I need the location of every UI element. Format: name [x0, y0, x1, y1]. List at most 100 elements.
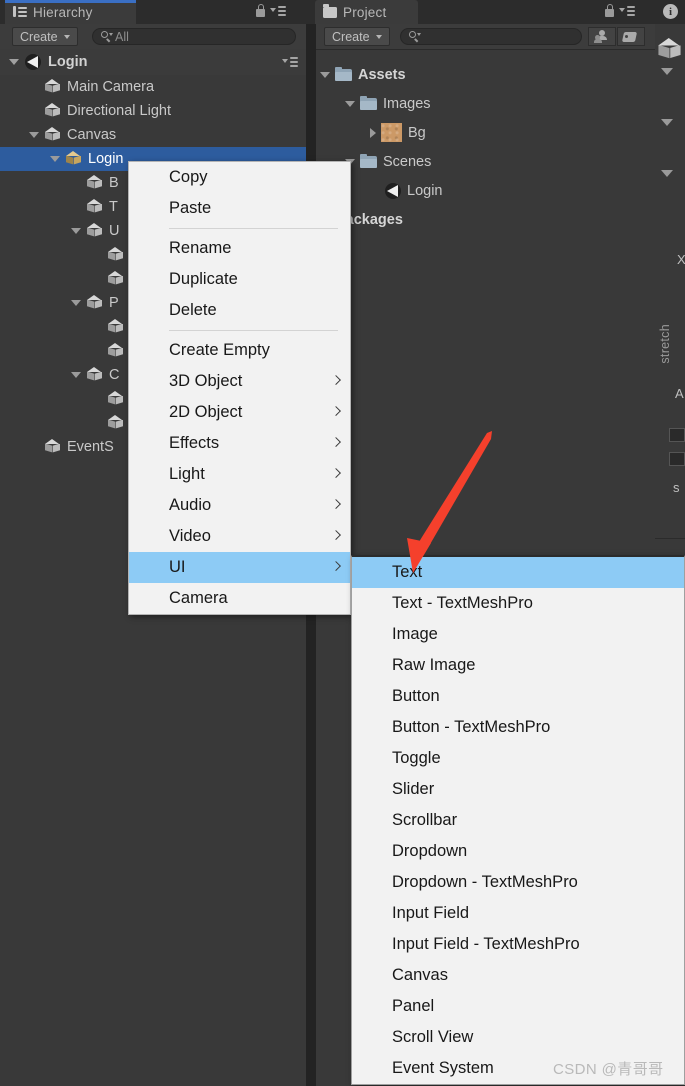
- context-menu-item[interactable]: Create Empty: [129, 335, 350, 366]
- project-row[interactable]: Images: [316, 89, 655, 118]
- gameobject-cube-icon: [44, 79, 61, 95]
- context-menu-item[interactable]: 2D Object: [129, 397, 350, 428]
- hierarchy-row[interactable]: Directional Light: [0, 99, 306, 123]
- context-menu-item[interactable]: Light: [129, 459, 350, 490]
- hierarchy-row-label: T: [109, 199, 118, 215]
- submenu-item[interactable]: Button: [352, 681, 684, 712]
- anchor-preset-label: stretch: [658, 324, 672, 364]
- hierarchy-row-label: U: [109, 223, 119, 239]
- label-tag-icon: [623, 31, 639, 43]
- expand-toggle-icon[interactable]: [71, 372, 81, 378]
- expand-toggle-icon[interactable]: [370, 128, 376, 138]
- hierarchy-row[interactable]: Canvas: [0, 123, 306, 147]
- submenu-item-label: Text - TextMeshPro: [392, 594, 533, 613]
- tab-hierarchy[interactable]: Hierarchy: [5, 0, 136, 24]
- chevron-right-icon: [331, 406, 341, 416]
- hierarchy-create-button[interactable]: Create: [12, 27, 78, 46]
- scene-header-row[interactable]: Login: [0, 49, 306, 75]
- project-search-input[interactable]: [400, 28, 582, 45]
- hamburger-menu-icon[interactable]: [270, 4, 286, 17]
- expand-toggle-icon[interactable]: [320, 72, 330, 78]
- submenu-item[interactable]: Input Field: [352, 898, 684, 929]
- submenu-item[interactable]: Dropdown: [352, 836, 684, 867]
- submenu-item[interactable]: Scrollbar: [352, 805, 684, 836]
- search-icon: [409, 31, 420, 42]
- folder-icon: [360, 97, 377, 111]
- submenu-item[interactable]: Canvas: [352, 960, 684, 991]
- project-row[interactable]: Bg: [316, 118, 655, 147]
- lock-icon[interactable]: [256, 4, 265, 17]
- account-icon: [595, 30, 610, 43]
- context-menu-item[interactable]: Delete: [129, 295, 350, 326]
- scene-context-menu-icon[interactable]: [282, 55, 298, 68]
- inspector-tab[interactable]: i: [663, 4, 678, 19]
- unity-scene-icon: [25, 54, 41, 70]
- context-menu-item[interactable]: 3D Object: [129, 366, 350, 397]
- unity-scene-icon: [385, 183, 401, 199]
- chevron-down-icon[interactable]: [661, 68, 673, 75]
- submenu-item[interactable]: Slider: [352, 774, 684, 805]
- csdn-watermark: CSDN @青哥哥: [553, 1058, 664, 1079]
- gameobject-cube-icon: [86, 175, 103, 191]
- submenu-item[interactable]: Text: [352, 557, 684, 588]
- context-menu-item[interactable]: Camera: [129, 583, 350, 614]
- tab-project[interactable]: Project: [315, 0, 418, 24]
- submenu-item[interactable]: Raw Image: [352, 650, 684, 681]
- chevron-down-icon[interactable]: [661, 119, 673, 126]
- submenu-item-label: Scroll View: [392, 1028, 473, 1047]
- hierarchy-row-label: P: [109, 295, 119, 311]
- hierarchy-row[interactable]: Main Camera: [0, 75, 306, 99]
- hamburger-menu-icon[interactable]: [619, 4, 635, 17]
- label-tag-icon-button[interactable]: [617, 27, 645, 46]
- chevron-down-icon: [376, 35, 382, 39]
- context-menu-item[interactable]: Effects: [129, 428, 350, 459]
- project-row[interactable]: Assets: [316, 60, 655, 89]
- project-row[interactable]: Scenes: [316, 147, 655, 176]
- expand-toggle-icon[interactable]: [71, 300, 81, 306]
- ui-submenu: TextText - TextMeshProImageRaw ImageButt…: [351, 555, 685, 1085]
- context-menu-item-label: Audio: [169, 496, 211, 515]
- submenu-item[interactable]: Text - TextMeshPro: [352, 588, 684, 619]
- color-swatch-2[interactable]: [669, 452, 685, 466]
- submenu-item[interactable]: Dropdown - TextMeshPro: [352, 867, 684, 898]
- account-icon-button[interactable]: [588, 27, 616, 46]
- expand-toggle-icon[interactable]: [345, 101, 355, 107]
- hierarchy-row-label: EventS: [67, 439, 114, 455]
- context-menu-item-label: UI: [169, 558, 186, 577]
- info-icon: i: [663, 4, 678, 19]
- hierarchy-tab-controls: [256, 4, 286, 17]
- chevron-down-icon[interactable]: [661, 170, 673, 177]
- hierarchy-search-input[interactable]: All: [92, 28, 296, 45]
- hierarchy-toolbar: Create All: [0, 24, 306, 50]
- context-menu-item-label: Video: [169, 527, 211, 546]
- context-menu-item[interactable]: Video: [129, 521, 350, 552]
- context-menu-item[interactable]: Duplicate: [129, 264, 350, 295]
- tab-hierarchy-label: Hierarchy: [33, 5, 93, 20]
- color-swatch-1[interactable]: [669, 428, 685, 442]
- expand-toggle-icon[interactable]: [71, 228, 81, 234]
- context-menu-item[interactable]: Copy: [129, 162, 350, 193]
- context-menu-item[interactable]: Paste: [129, 193, 350, 224]
- expand-toggle-icon[interactable]: [29, 132, 39, 138]
- submenu-item[interactable]: Image: [352, 619, 684, 650]
- lock-icon[interactable]: [605, 4, 614, 17]
- project-row[interactable]: Packages: [316, 205, 655, 234]
- context-menu-item[interactable]: Audio: [129, 490, 350, 521]
- context-menu-item[interactable]: Rename: [129, 233, 350, 264]
- hierarchy-context-menu: CopyPaste RenameDuplicateDelete Create Emp…: [128, 161, 351, 615]
- submenu-item[interactable]: Scroll View: [352, 1022, 684, 1053]
- scene-name: Login: [48, 54, 87, 70]
- submenu-item[interactable]: Input Field - TextMeshPro: [352, 929, 684, 960]
- menu-separator: [169, 330, 338, 331]
- scene-expand-toggle[interactable]: [9, 59, 19, 65]
- editor-tab-bar: Hierarchy Project i: [0, 0, 685, 24]
- project-row[interactable]: Login: [316, 176, 655, 205]
- submenu-item[interactable]: Button - TextMeshPro: [352, 712, 684, 743]
- menu-separator: [169, 228, 338, 229]
- context-menu-item[interactable]: UI: [129, 552, 350, 583]
- project-create-button[interactable]: Create: [324, 27, 390, 46]
- submenu-item[interactable]: Panel: [352, 991, 684, 1022]
- expand-toggle-icon[interactable]: [50, 156, 60, 162]
- chevron-right-icon: [331, 530, 341, 540]
- submenu-item[interactable]: Toggle: [352, 743, 684, 774]
